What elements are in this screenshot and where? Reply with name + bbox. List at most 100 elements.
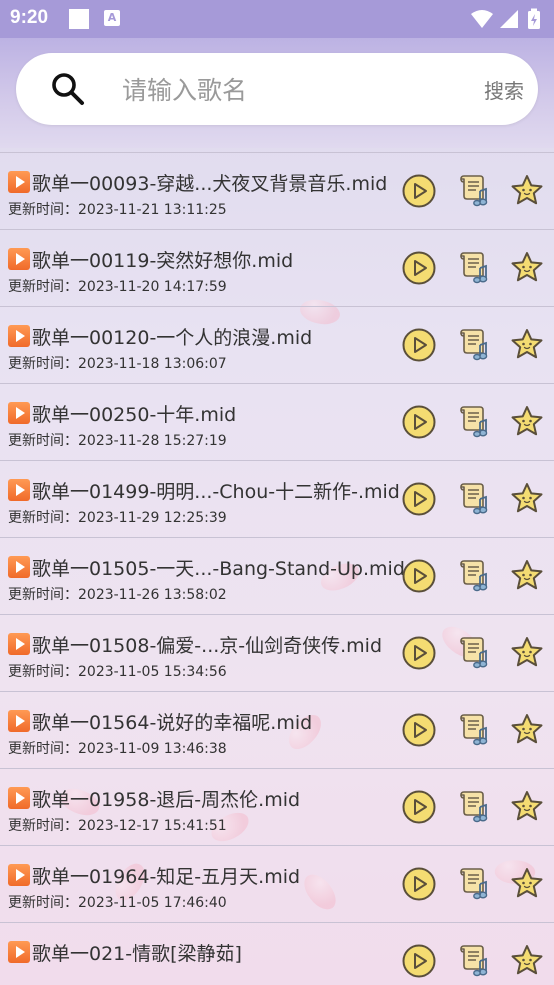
- song-row[interactable]: 歌单一01505-一天...-Bang-Stand-Up.mid 更新时间：20…: [0, 538, 554, 615]
- song-row[interactable]: 歌单一01499-明明...-Chou-十二新作-.mid 更新时间：2023-…: [0, 461, 554, 538]
- play-badge-icon: [8, 787, 30, 809]
- music-scroll-icon[interactable]: [456, 558, 492, 594]
- song-title: 歌单一00250-十年.mid: [32, 403, 237, 426]
- search-input[interactable]: [120, 71, 454, 109]
- search-bar: 搜索: [16, 53, 538, 125]
- song-title: 歌单一01499-明明...-Chou-十二新作-.mid: [32, 480, 400, 503]
- song-title: 歌单一00120-一个人的浪漫.mid: [32, 326, 313, 349]
- play-circle-icon[interactable]: [401, 635, 437, 671]
- music-scroll-icon[interactable]: [456, 250, 492, 286]
- song-row[interactable]: 歌单一01564-说好的幸福呢.mid 更新时间：2023-11-09 13:4…: [0, 692, 554, 769]
- signal-icon: [500, 10, 518, 28]
- song-updated-time: 更新时间：2023-11-09 13:46:38: [8, 741, 227, 757]
- song-list-content: 更新时间：2023-11-01 12:42:04 歌单一00093-穿越...犬: [0, 108, 554, 985]
- play-circle-icon[interactable]: [401, 789, 437, 825]
- song-row[interactable]: 歌单一00250-十年.mid 更新时间：2023-11-28 15:27:19: [0, 384, 554, 461]
- star-icon[interactable]: [509, 635, 545, 671]
- play-badge-icon: [8, 402, 30, 424]
- song-title-wrap: 歌单一00250-十年.mid: [8, 400, 236, 426]
- song-title-wrap: 歌单一01964-知足-五月天.mid: [8, 862, 300, 888]
- search-icon[interactable]: [50, 71, 86, 107]
- music-scroll-icon[interactable]: [456, 404, 492, 440]
- play-circle-icon[interactable]: [401, 712, 437, 748]
- status-bar: 9:20 A: [0, 0, 554, 38]
- notification-square-icon: [69, 9, 89, 29]
- music-scroll-icon[interactable]: [456, 866, 492, 902]
- wifi-icon: [471, 10, 493, 28]
- song-updated-time: 更新时间：2023-11-18 13:06:07: [8, 356, 227, 372]
- play-badge-icon: [8, 556, 30, 578]
- music-scroll-icon[interactable]: [456, 173, 492, 209]
- song-title-wrap: 歌单一01505-一天...-Bang-Stand-Up.mid: [8, 554, 405, 580]
- star-icon[interactable]: [509, 404, 545, 440]
- song-updated-time: 更新时间：2023-11-05 17:46:40: [8, 895, 227, 911]
- song-updated-time: 更新时间：2023-11-20 14:17:59: [8, 279, 227, 295]
- play-circle-icon[interactable]: [401, 404, 437, 440]
- song-title: 歌单一01958-退后-周杰伦.mid: [32, 788, 301, 811]
- play-circle-icon[interactable]: [401, 250, 437, 286]
- status-indicators: [471, 8, 540, 29]
- play-badge-icon: [8, 864, 30, 886]
- song-title: 歌单一00093-穿越...犬夜叉背景音乐.mid: [32, 172, 388, 195]
- music-scroll-icon[interactable]: [456, 943, 492, 979]
- play-badge-icon: [8, 325, 30, 347]
- song-list[interactable]: 更新时间：2023-11-01 12:42:04 歌单一00093-穿越...犬: [0, 108, 554, 985]
- search-button[interactable]: 搜索: [484, 75, 524, 104]
- play-badge-icon: [8, 710, 30, 732]
- play-badge-icon: [8, 248, 30, 270]
- star-icon[interactable]: [509, 173, 545, 209]
- music-scroll-icon[interactable]: [456, 481, 492, 517]
- music-scroll-icon[interactable]: [456, 327, 492, 363]
- song-title-wrap: 歌单一021-情歌[梁静茹]: [8, 939, 242, 965]
- song-updated-time: 更新时间：2023-11-05 15:34:56: [8, 664, 227, 680]
- song-title-wrap: 歌单一01499-明明...-Chou-十二新作-.mid: [8, 477, 400, 503]
- star-icon[interactable]: [509, 481, 545, 517]
- star-icon[interactable]: [509, 789, 545, 825]
- song-title-wrap: 歌单一01508-偏爱-...京-仙剑奇侠传.mid: [8, 631, 382, 657]
- status-time: 9:20: [10, 7, 49, 28]
- song-title: 歌单一01964-知足-五月天.mid: [32, 865, 301, 888]
- song-row[interactable]: 歌单一01964-知足-五月天.mid 更新时间：2023-11-05 17:4…: [0, 846, 554, 923]
- play-circle-icon[interactable]: [401, 327, 437, 363]
- play-badge-icon: [8, 941, 30, 963]
- song-updated-time: 更新时间：2023-11-29 12:25:39: [8, 510, 227, 526]
- song-title-wrap: 歌单一01564-说好的幸福呢.mid: [8, 708, 312, 734]
- song-row[interactable]: 歌单一01508-偏爱-...京-仙剑奇侠传.mid 更新时间：2023-11-…: [0, 615, 554, 692]
- song-title-wrap: 歌单一00093-穿越...犬夜叉背景音乐.mid: [8, 169, 387, 195]
- music-scroll-icon[interactable]: [456, 712, 492, 748]
- play-circle-icon[interactable]: [401, 943, 437, 979]
- song-title: 歌单一00119-突然好想你.mid: [32, 249, 294, 272]
- star-icon[interactable]: [509, 712, 545, 748]
- song-title-wrap: 歌单一01958-退后-周杰伦.mid: [8, 785, 300, 811]
- song-updated-time: 更新时间：2023-12-17 15:41:51: [8, 818, 227, 834]
- song-row[interactable]: 歌单一00120-一个人的浪漫.mid 更新时间：2023-11-18 13:0…: [0, 307, 554, 384]
- notification-app-icon: A: [104, 10, 120, 26]
- song-row[interactable]: 歌单一021-情歌[梁静茹]: [0, 923, 554, 985]
- song-updated-time: 更新时间：2023-11-28 15:27:19: [8, 433, 227, 449]
- star-icon[interactable]: [509, 866, 545, 902]
- play-badge-icon: [8, 479, 30, 501]
- play-circle-icon[interactable]: [401, 558, 437, 594]
- star-icon[interactable]: [509, 250, 545, 286]
- music-scroll-icon[interactable]: [456, 789, 492, 825]
- play-badge-icon: [8, 633, 30, 655]
- song-title: 歌单一01508-偏爱-...京-仙剑奇侠传.mid: [32, 634, 383, 657]
- song-updated-time: 更新时间：2023-11-21 13:11:25: [8, 202, 227, 218]
- song-updated-time: 更新时间：2023-11-26 13:58:02: [8, 587, 227, 603]
- song-title-wrap: 歌单一00120-一个人的浪漫.mid: [8, 323, 312, 349]
- star-icon[interactable]: [509, 558, 545, 594]
- song-row[interactable]: 歌单一00093-穿越...犬夜叉背景音乐.mid 更新时间：2023-11-2…: [0, 153, 554, 230]
- play-badge-icon: [8, 171, 30, 193]
- song-title: 歌单一01564-说好的幸福呢.mid: [32, 711, 313, 734]
- play-circle-icon[interactable]: [401, 481, 437, 517]
- play-circle-icon[interactable]: [401, 173, 437, 209]
- song-title: 歌单一021-情歌[梁静茹]: [32, 942, 242, 965]
- song-row[interactable]: 歌单一00119-突然好想你.mid 更新时间：2023-11-20 14:17…: [0, 230, 554, 307]
- song-title-wrap: 歌单一00119-突然好想你.mid: [8, 246, 293, 272]
- star-icon[interactable]: [509, 327, 545, 363]
- play-circle-icon[interactable]: [401, 866, 437, 902]
- song-title: 歌单一01505-一天...-Bang-Stand-Up.mid: [32, 557, 405, 580]
- song-row[interactable]: 歌单一01958-退后-周杰伦.mid 更新时间：2023-12-17 15:4…: [0, 769, 554, 846]
- music-scroll-icon[interactable]: [456, 635, 492, 671]
- star-icon[interactable]: [509, 943, 545, 979]
